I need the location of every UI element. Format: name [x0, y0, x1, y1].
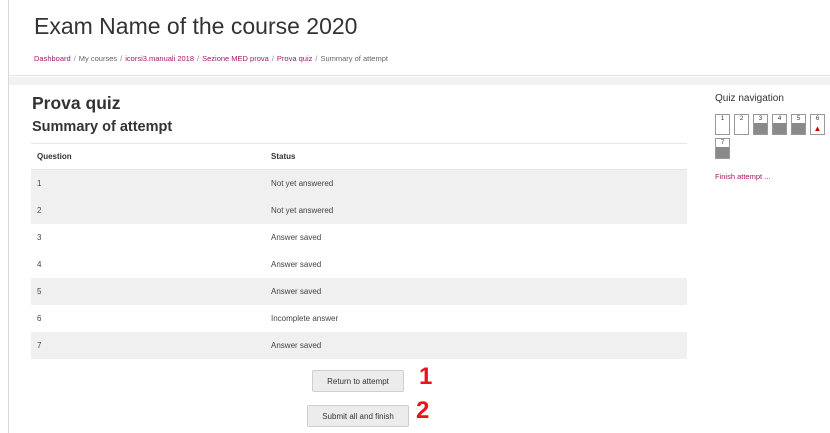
- question-number: 4: [31, 250, 271, 278]
- incomplete-flag-icon: ▲: [813, 124, 822, 133]
- breadcrumb-quiz[interactable]: Prova quiz: [277, 54, 312, 63]
- column-header-question: Question: [31, 143, 271, 170]
- quiz-navigation-title: Quiz navigation: [715, 93, 784, 104]
- quiz-nav-question-4[interactable]: 4: [772, 114, 787, 135]
- breadcrumb-separator: /: [120, 54, 123, 63]
- quiz-navigation-block: Quiz navigation 1 2 3 4 5 6 ▲ 7 Finish a…: [705, 85, 830, 433]
- question-status: Incomplete answer: [271, 304, 687, 332]
- quiz-nav-question-1[interactable]: 1: [715, 114, 730, 135]
- table-row: 4 Answer saved: [31, 250, 687, 278]
- question-number: 3: [31, 223, 271, 251]
- table-row: 3 Answer saved: [31, 223, 687, 251]
- annotation-marker-1: 1: [419, 363, 433, 390]
- main-region: Prova quiz Summary of attempt Question S…: [9, 85, 699, 433]
- question-number: 1: [31, 169, 271, 197]
- question-number: 2: [31, 196, 271, 224]
- breadcrumb-separator: /: [73, 54, 76, 63]
- question-number: 5: [31, 277, 271, 305]
- quiz-nav-number: 1: [720, 116, 725, 122]
- return-to-attempt-button[interactable]: Return to attempt: [312, 370, 404, 392]
- question-number: 7: [31, 331, 271, 359]
- quiz-nav-number: 3: [758, 116, 763, 122]
- table-row: 5 Answer saved: [31, 277, 687, 305]
- quiz-title: Prova quiz: [32, 93, 121, 113]
- breadcrumb-course[interactable]: icorsi3.manuali 2018: [125, 54, 194, 63]
- quiz-nav-number: 7: [720, 140, 725, 146]
- quiz-nav-number: 5: [796, 116, 801, 122]
- table-header-row: Question Status: [31, 143, 687, 170]
- summary-title: Summary of attempt: [32, 119, 173, 135]
- table-row: 2 Not yet answered: [31, 196, 687, 224]
- quiz-nav-question-7[interactable]: 7: [715, 138, 730, 159]
- breadcrumb: Dashboard / My courses / icorsi3.manuali 201…: [34, 54, 388, 63]
- column-header-status: Status: [271, 143, 687, 170]
- breadcrumb-dashboard[interactable]: Dashboard: [34, 54, 71, 63]
- quiz-nav-number: 4: [777, 116, 782, 122]
- question-status: Not yet answered: [271, 196, 687, 224]
- breadcrumb-section[interactable]: Sezione MED prova: [202, 54, 269, 63]
- summary-table: Question Status 1 Not yet answered 2 Not…: [31, 143, 687, 359]
- quiz-nav-question-3[interactable]: 3: [753, 114, 768, 135]
- submit-all-and-finish-button[interactable]: Submit all and finish: [307, 405, 409, 427]
- course-title: Exam Name of the course 2020: [34, 13, 358, 39]
- question-number: 6: [31, 304, 271, 332]
- breadcrumb-my-courses: My courses: [78, 54, 118, 63]
- table-row: 7 Answer saved: [31, 331, 687, 359]
- quiz-nav-number: 6: [815, 116, 820, 122]
- question-status: Answer saved: [271, 250, 687, 278]
- breadcrumb-current: Summary of attempt: [320, 54, 388, 63]
- quiz-nav-question-2[interactable]: 2: [734, 114, 749, 135]
- answered-indicator: [754, 123, 767, 134]
- answered-indicator: [773, 123, 786, 134]
- breadcrumb-separator: /: [197, 54, 200, 63]
- question-status: Answer saved: [271, 331, 687, 359]
- quiz-nav-number: 2: [739, 116, 744, 122]
- annotation-marker-2: 2: [416, 397, 430, 424]
- page-header: Exam Name of the course 2020 Dashboard / M…: [9, 0, 830, 76]
- question-status: Answer saved: [271, 277, 687, 305]
- quiz-nav-question-6[interactable]: 6 ▲: [810, 114, 825, 135]
- question-status: Not yet answered: [271, 169, 687, 197]
- table-row: 1 Not yet answered: [31, 169, 687, 197]
- question-status: Answer saved: [271, 223, 687, 251]
- answered-indicator: [716, 147, 729, 158]
- breadcrumb-separator: /: [271, 54, 274, 63]
- finish-attempt-link[interactable]: Finish attempt ...: [715, 172, 770, 181]
- quiz-nav-question-5[interactable]: 5: [791, 114, 806, 135]
- answered-indicator: [792, 123, 805, 134]
- section-gap: [9, 77, 830, 85]
- table-row: 6 Incomplete answer: [31, 304, 687, 332]
- breadcrumb-separator: /: [315, 54, 318, 63]
